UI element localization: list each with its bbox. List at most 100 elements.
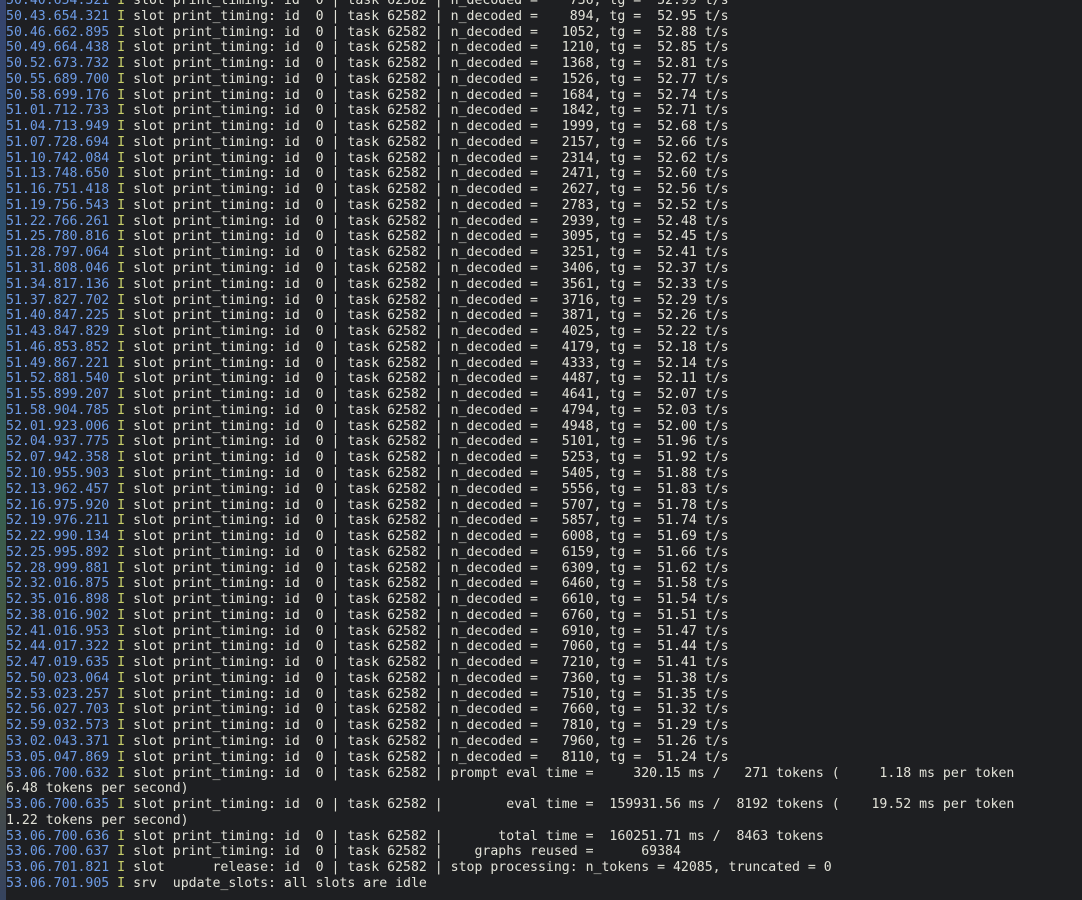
log-level: I [117, 292, 126, 308]
log-line: 53.02.043.371 I slot print_timing: id 0 … [6, 734, 1014, 750]
log-line: 52.41.016.953 I slot print_timing: id 0 … [6, 624, 1014, 640]
log-line: 52.59.032.573 I slot print_timing: id 0 … [6, 718, 1014, 734]
log-line: 52.38.016.902 I slot print_timing: id 0 … [6, 608, 1014, 624]
log-line: 51.55.899.207 I slot print_timing: id 0 … [6, 387, 1014, 403]
log-timestamp: 53.06.700.635 [6, 797, 110, 813]
log-timestamp: 50.58.699.176 [6, 87, 110, 103]
log-level: I [117, 87, 126, 103]
log-message: slot print_timing: id 0 | task 62582 | n… [125, 87, 729, 103]
log-message: slot print_timing: id 0 | task 62582 | n… [125, 134, 729, 150]
log-timestamp: 51.10.742.084 [6, 150, 110, 166]
log-level: I [117, 402, 126, 418]
log-timestamp: 50.49.664.438 [6, 40, 110, 56]
log-line: 53.06.700.635 I slot print_timing: id 0 … [6, 797, 1014, 813]
log-timestamp: 52.07.942.358 [6, 450, 110, 466]
log-line: 52.53.023.257 I slot print_timing: id 0 … [6, 687, 1014, 703]
log-line: 52.28.999.881 I slot print_timing: id 0 … [6, 561, 1014, 577]
log-timestamp: 52.13.962.457 [6, 481, 110, 497]
log-message: slot print_timing: id 0 | task 62582 | n… [125, 481, 729, 497]
log-message: slot print_timing: id 0 | task 62582 | n… [125, 150, 729, 166]
log-level: I [117, 150, 126, 166]
log-level: I [117, 213, 126, 229]
log-line: 51.40.847.225 I slot print_timing: id 0 … [6, 308, 1014, 324]
log-timestamp: 52.44.017.322 [6, 639, 110, 655]
log-level: I [117, 197, 126, 213]
log-timestamp: 51.46.853.852 [6, 339, 110, 355]
log-line: 51.58.904.785 I slot print_timing: id 0 … [6, 403, 1014, 419]
log-line: 51.16.751.418 I slot print_timing: id 0 … [6, 182, 1014, 198]
log-timestamp: 51.40.847.225 [6, 308, 110, 324]
log-message: slot print_timing: id 0 | task 62582 | n… [125, 8, 729, 24]
log-line: 51.43.847.829 I slot print_timing: id 0 … [6, 324, 1014, 340]
log-message: 1.22 tokens per second) [6, 812, 189, 828]
log-message: slot print_timing: id 0 | task 62582 | n… [125, 544, 729, 560]
log-timestamp: 51.07.728.694 [6, 134, 110, 150]
log-timestamp: 53.06.701.821 [6, 860, 110, 876]
log-timestamp: 52.28.999.881 [6, 560, 110, 576]
log-timestamp: 51.22.766.261 [6, 213, 110, 229]
log-line: 50.43.654.321 I slot print_timing: id 0 … [6, 9, 1014, 25]
log-message: srv update_slots: all slots are idle [125, 875, 427, 891]
log-line: 52.19.976.211 I slot print_timing: id 0 … [6, 513, 1014, 529]
log-message: slot print_timing: id 0 | task 62582 | n… [125, 497, 729, 513]
log-message: slot print_timing: id 0 | task 62582 | n… [125, 576, 729, 592]
log-message: slot print_timing: id 0 | task 62582 | n… [125, 718, 729, 734]
log-timestamp: 53.06.700.637 [6, 844, 110, 860]
log-level: I [117, 465, 126, 481]
log-level: I [117, 481, 126, 497]
log-line: 50.40.654.321 I slot print_timing: id 0 … [6, 0, 1014, 9]
log-level: I [117, 387, 126, 403]
log-level: I [117, 182, 126, 198]
log-timestamp: 52.47.019.635 [6, 655, 110, 671]
log-message: slot print_timing: id 0 | task 62582 | n… [125, 355, 729, 371]
log-message: slot print_timing: id 0 | task 62582 | n… [125, 103, 729, 119]
log-message: slot print_timing: id 0 | task 62582 | n… [125, 182, 729, 198]
log-level: I [117, 828, 126, 844]
log-timestamp: 51.28.797.064 [6, 245, 110, 261]
log-level: I [117, 56, 126, 72]
log-level: I [117, 308, 126, 324]
log-level: I [117, 40, 126, 56]
log-line: 51.04.713.949 I slot print_timing: id 0 … [6, 119, 1014, 135]
log-line: 51.52.881.540 I slot print_timing: id 0 … [6, 371, 1014, 387]
log-message: slot print_timing: id 0 | task 62582 | n… [125, 592, 729, 608]
log-line: 53.06.701.821 I slot release: id 0 | tas… [6, 860, 1014, 876]
log-message: slot print_timing: id 0 | task 62582 | n… [125, 702, 729, 718]
log-level: I [117, 844, 126, 860]
log-level: I [117, 576, 126, 592]
log-message: slot print_timing: id 0 | task 62582 | n… [125, 40, 729, 56]
terminal-window[interactable]: 50.40.654.321 I slot print_timing: id 0 … [0, 0, 1082, 900]
log-level: I [117, 592, 126, 608]
log-message: slot print_timing: id 0 | task 62582 | n… [125, 670, 729, 686]
log-line: 52.50.023.064 I slot print_timing: id 0 … [6, 671, 1014, 687]
log-level: I [117, 544, 126, 560]
log-line: 52.22.990.134 I slot print_timing: id 0 … [6, 529, 1014, 545]
log-level: I [117, 71, 126, 87]
log-timestamp: 52.56.027.703 [6, 702, 110, 718]
log-line: 50.46.662.895 I slot print_timing: id 0 … [6, 25, 1014, 41]
log-level: I [117, 355, 126, 371]
log-timestamp: 51.55.899.207 [6, 387, 110, 403]
log-message: slot print_timing: id 0 | task 62582 | n… [125, 450, 729, 466]
log-message: slot print_timing: id 0 | task 62582 | n… [125, 686, 729, 702]
log-level: I [117, 513, 126, 529]
log-timestamp: 53.06.701.905 [6, 875, 110, 891]
log-message: slot print_timing: id 0 | task 62582 | t… [125, 828, 824, 844]
log-level: I [117, 134, 126, 150]
log-timestamp: 51.58.904.785 [6, 402, 110, 418]
log-line: 50.58.699.176 I slot print_timing: id 0 … [6, 88, 1014, 104]
log-level: I [117, 860, 126, 876]
log-timestamp: 52.10.955.903 [6, 465, 110, 481]
log-line: 52.04.937.775 I slot print_timing: id 0 … [6, 434, 1014, 450]
log-timestamp: 52.25.995.892 [6, 544, 110, 560]
log-level: I [117, 450, 126, 466]
log-line: 52.25.995.892 I slot print_timing: id 0 … [6, 545, 1014, 561]
log-timestamp: 51.13.748.650 [6, 166, 110, 182]
log-timestamp: 52.50.023.064 [6, 670, 110, 686]
log-timestamp: 53.06.700.636 [6, 828, 110, 844]
log-timestamp: 53.02.043.371 [6, 733, 110, 749]
log-line: 53.06.700.636 I slot print_timing: id 0 … [6, 829, 1014, 845]
log-level: I [117, 276, 126, 292]
log-message: slot print_timing: id 0 | task 62582 | n… [125, 371, 729, 387]
log-message: slot print_timing: id 0 | task 62582 | n… [125, 418, 729, 434]
